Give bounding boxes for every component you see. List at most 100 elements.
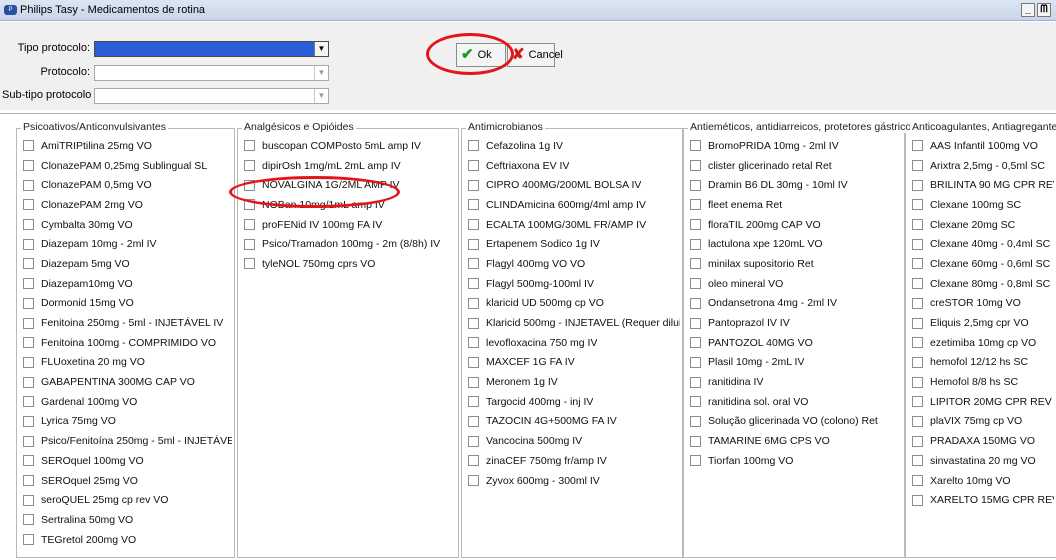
medication-item[interactable]: ranitidina sol. oral VO <box>690 392 902 412</box>
medication-checkbox[interactable] <box>690 278 701 290</box>
medication-item[interactable]: Psico/Fenitoína 250mg - 5ml - INJETÁVEL … <box>23 431 232 451</box>
medication-checkbox[interactable] <box>468 160 479 172</box>
medication-item[interactable]: ezetimiba 10mg cp VO <box>912 333 1054 353</box>
medication-item[interactable]: Vancocina 500mg IV <box>468 431 680 451</box>
medication-checkbox[interactable] <box>912 337 923 349</box>
medication-checkbox[interactable] <box>690 356 701 368</box>
chevron-down-icon[interactable]: ▼ <box>314 89 328 103</box>
medication-item[interactable]: buscopan COMPosto 5mL amp IV <box>244 136 456 156</box>
medication-checkbox[interactable] <box>244 258 255 270</box>
medication-item[interactable]: Gardenal 100mg VO <box>23 392 232 412</box>
medication-checkbox[interactable] <box>690 238 701 250</box>
medication-checkbox[interactable] <box>23 179 34 191</box>
medication-item[interactable]: fleet enema Ret <box>690 195 902 215</box>
medication-item[interactable]: Flagyl 500mg-100ml IV <box>468 274 680 294</box>
medication-checkbox[interactable] <box>690 140 701 152</box>
medication-checkbox[interactable] <box>912 258 923 270</box>
medication-checkbox[interactable] <box>468 376 479 388</box>
medication-item[interactable]: PANTOZOL 40MG VO <box>690 333 902 353</box>
medication-checkbox[interactable] <box>23 238 34 250</box>
medication-checkbox[interactable] <box>912 356 923 368</box>
medication-item[interactable]: SEROquel 25mg VO <box>23 471 232 491</box>
medication-item[interactable]: Diazepam 10mg - 2ml IV <box>23 234 232 254</box>
medication-item[interactable]: Psico/Tramadon 100mg - 2m (8/8h) IV <box>244 234 456 254</box>
medication-item[interactable]: Zyvox 600mg - 300ml IV <box>468 471 680 491</box>
medication-item[interactable]: LIPITOR 20MG CPR REV VO <box>912 392 1054 412</box>
medication-checkbox[interactable] <box>23 160 34 172</box>
medication-item[interactable]: Plasil 10mg - 2mL IV <box>690 353 902 373</box>
medication-checkbox[interactable] <box>23 475 34 487</box>
medication-checkbox[interactable] <box>468 455 479 467</box>
medication-item[interactable]: NOBan 10mg/1mL amp IV <box>244 195 456 215</box>
medication-item[interactable]: klaricid UD 500mg cp VO <box>468 294 680 314</box>
minimize-button[interactable]: _ <box>1021 3 1035 17</box>
medication-item[interactable]: hemofol 12/12 hs SC <box>912 353 1054 373</box>
medication-item[interactable]: Ertapenem Sodico 1g IV <box>468 234 680 254</box>
medication-item[interactable]: Diazepam10mg VO <box>23 274 232 294</box>
medication-checkbox[interactable] <box>23 494 34 506</box>
medication-item[interactable]: Ceftriaxona EV IV <box>468 156 680 176</box>
medication-item[interactable]: Flagyl 400mg VO VO <box>468 254 680 274</box>
medication-item[interactable]: sinvastatina 20 mg VO <box>912 451 1054 471</box>
medication-checkbox[interactable] <box>23 140 34 152</box>
medication-checkbox[interactable] <box>690 317 701 329</box>
medication-checkbox[interactable] <box>244 238 255 250</box>
medication-item[interactable]: Tiorfan 100mg VO <box>690 451 902 471</box>
medication-checkbox[interactable] <box>690 297 701 309</box>
medication-checkbox[interactable] <box>468 238 479 250</box>
medication-item[interactable]: seroQUEL 25mg cp rev VO <box>23 490 232 510</box>
medication-checkbox[interactable] <box>912 160 923 172</box>
medication-item[interactable]: TEGretol 200mg VO <box>23 530 232 550</box>
medication-item[interactable]: Fenitoina 100mg - COMPRIMIDO VO <box>23 333 232 353</box>
medication-item[interactable]: CIPRO 400MG/200ML BOLSA IV <box>468 175 680 195</box>
medication-checkbox[interactable] <box>912 396 923 408</box>
medication-checkbox[interactable] <box>244 160 255 172</box>
medication-checkbox[interactable] <box>244 219 255 231</box>
medication-checkbox[interactable] <box>912 455 923 467</box>
cancel-button[interactable]: ✘ Cancel <box>507 43 563 67</box>
medication-item[interactable]: tyleNOL 750mg cprs VO <box>244 254 456 274</box>
medication-checkbox[interactable] <box>468 356 479 368</box>
medication-item[interactable]: FLUoxetina 20 mg VO <box>23 353 232 373</box>
medication-checkbox[interactable] <box>690 396 701 408</box>
medication-checkbox[interactable] <box>468 258 479 270</box>
medication-item[interactable]: dipirOsh 1mg/mL 2mL amp IV <box>244 156 456 176</box>
medication-item[interactable]: creSTOR 10mg VO <box>912 294 1054 314</box>
medication-item[interactable]: AAS Infantil 100mg VO <box>912 136 1054 156</box>
medication-item[interactable]: Klaricid 500mg - INJETAVEL (Requer dilui… <box>468 313 680 333</box>
restore-button[interactable]: ᗰ <box>1037 3 1051 17</box>
medication-checkbox[interactable] <box>468 396 479 408</box>
medication-item[interactable]: Eliquis 2,5mg cpr VO <box>912 313 1054 333</box>
medication-checkbox[interactable] <box>690 179 701 191</box>
medication-checkbox[interactable] <box>690 337 701 349</box>
medication-checkbox[interactable] <box>23 396 34 408</box>
medication-item[interactable]: Clexane 100mg SC <box>912 195 1054 215</box>
medication-checkbox[interactable] <box>468 475 479 487</box>
medication-checkbox[interactable] <box>23 415 34 427</box>
medication-item[interactable]: plaVIX 75mg cp VO <box>912 412 1054 432</box>
medication-item[interactable]: Clexane 80mg - 0,8ml SC <box>912 274 1054 294</box>
tipo-protocolo-select[interactable]: ▼ <box>94 41 329 57</box>
medication-item[interactable]: Targocid 400mg - inj IV <box>468 392 680 412</box>
medication-checkbox[interactable] <box>23 219 34 231</box>
chevron-down-icon[interactable]: ▼ <box>314 66 328 80</box>
medication-item[interactable]: Solução glicerinada VO (colono) Ret <box>690 412 902 432</box>
medication-item[interactable]: Cefazolina 1g IV <box>468 136 680 156</box>
medication-checkbox[interactable] <box>23 317 34 329</box>
medication-item[interactable]: levofloxacina 750 mg IV <box>468 333 680 353</box>
medication-checkbox[interactable] <box>468 297 479 309</box>
medication-item[interactable]: Lyrica 75mg VO <box>23 412 232 432</box>
medication-checkbox[interactable] <box>468 337 479 349</box>
medication-item[interactable]: Clexane 40mg - 0,4ml SC <box>912 234 1054 254</box>
ok-button[interactable]: ✔ Ok <box>456 43 506 67</box>
medication-checkbox[interactable] <box>690 376 701 388</box>
medication-item[interactable]: SEROquel 100mg VO <box>23 451 232 471</box>
medication-item[interactable]: XARELTO 15MG CPR REV VO <box>912 490 1054 510</box>
medication-checkbox[interactable] <box>23 376 34 388</box>
medication-item[interactable]: NOVALGINA 1G/2ML AMP IV <box>244 175 456 195</box>
medication-checkbox[interactable] <box>468 140 479 152</box>
medication-checkbox[interactable] <box>690 455 701 467</box>
medication-checkbox[interactable] <box>912 199 923 211</box>
medication-checkbox[interactable] <box>23 534 34 546</box>
medication-item[interactable]: BRILINTA 90 MG CPR REV. VO <box>912 175 1054 195</box>
